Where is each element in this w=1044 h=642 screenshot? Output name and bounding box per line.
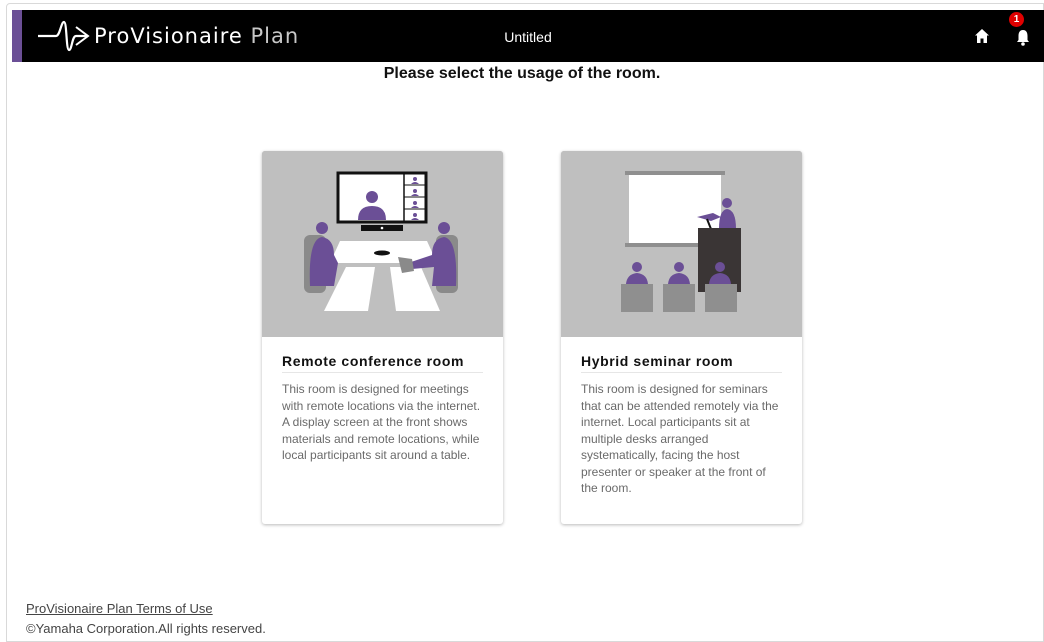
top-bar: ProVisionaire Plan Untitled [12,10,1044,62]
hybrid-seminar-illustration [561,151,802,337]
card-description: This room is designed for seminars that … [581,382,779,495]
brand-main: ProVisionaire [94,24,243,48]
brand-sub: Plan [250,24,300,48]
app-logo[interactable]: ProVisionaire Plan [36,10,299,62]
bell-icon[interactable] [1012,26,1034,48]
logo-mark-icon [38,20,90,52]
room-card-hybrid-seminar[interactable]: Hybrid seminar room This room is designe… [561,151,802,524]
notification-badge: 1 [1009,12,1024,27]
terms-of-use-link[interactable]: ProVisionaire Plan Terms of Use [26,601,213,616]
accent-strip [12,10,22,62]
home-icon[interactable] [972,26,992,46]
card-title: Hybrid seminar room [581,353,782,373]
card-description: This room is designed for meetings with … [282,382,481,462]
room-card-remote-conference[interactable]: Remote conference room This room is desi… [262,151,503,524]
brand-name: ProVisionaire Plan [94,24,299,48]
copyright-text: ©Yamaha Corporation.All rights reserved. [26,621,266,636]
card-title: Remote conference room [282,353,483,373]
app-frame [6,3,1044,642]
page-prompt: Please select the usage of the room. [383,65,661,82]
remote-conference-illustration [262,151,503,337]
